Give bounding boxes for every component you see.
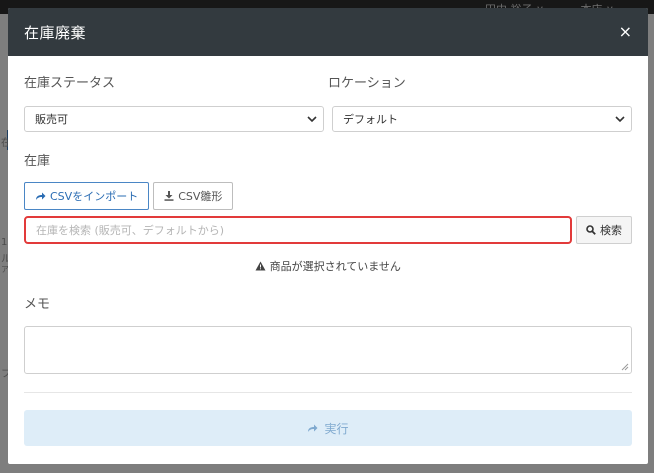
warning-icon xyxy=(255,261,266,271)
location-label: ロケーション xyxy=(328,76,406,91)
execute-label: 実行 xyxy=(324,421,349,436)
stock-search-placeholder: 在庫を検索 (販売可、デフォルトから) xyxy=(36,224,225,237)
no-product-warning-text: 商品が選択されていません xyxy=(269,260,401,273)
execute-button[interactable]: 実行 xyxy=(24,410,632,446)
stock-search-row: 在庫を検索 (販売可、デフォルトから) 検索 xyxy=(24,216,632,244)
status-select[interactable]: 販売可 xyxy=(24,106,324,132)
chevron-down-icon xyxy=(307,116,317,123)
resize-handle-icon[interactable] xyxy=(621,363,629,371)
memo-label: メモ xyxy=(24,297,51,312)
download-icon xyxy=(164,191,174,201)
no-product-warning: 商品が選択されていません xyxy=(8,258,648,274)
status-select-value: 販売可 xyxy=(35,113,68,126)
search-button[interactable]: 検索 xyxy=(576,216,632,244)
field-labels: 在庫ステータス ロケーション xyxy=(24,72,632,91)
location-select[interactable]: デフォルト xyxy=(332,106,632,132)
stock-disposal-modal: 在庫廃棄 × 在庫ステータス ロケーション 販売可 デフォルト 在庫 CSVをイ… xyxy=(8,8,648,464)
csv-template-button[interactable]: CSV雛形 xyxy=(153,182,234,210)
share-icon xyxy=(308,424,318,432)
share-icon xyxy=(36,192,46,200)
csv-template-label: CSV雛形 xyxy=(178,190,223,203)
stock-label: 在庫 xyxy=(24,154,51,169)
location-select-value: デフォルト xyxy=(343,113,398,126)
status-label: 在庫ステータス xyxy=(24,76,116,91)
memo-textarea[interactable] xyxy=(24,326,632,374)
search-button-label: 検索 xyxy=(600,224,622,237)
chevron-down-icon xyxy=(615,116,625,123)
modal-title: 在庫廃棄 xyxy=(24,23,87,42)
search-icon xyxy=(586,225,596,235)
footer-divider xyxy=(24,392,632,393)
import-csv-label: CSVをインポート xyxy=(50,190,139,203)
close-icon[interactable]: × xyxy=(619,24,632,40)
csv-buttons: CSVをインポート CSV雛形 xyxy=(24,182,234,210)
select-row: 販売可 デフォルト xyxy=(24,106,632,132)
modal-header: 在庫廃棄 × xyxy=(8,8,648,56)
import-csv-button[interactable]: CSVをインポート xyxy=(24,182,150,210)
stock-search-input[interactable]: 在庫を検索 (販売可、デフォルトから) xyxy=(24,216,572,244)
